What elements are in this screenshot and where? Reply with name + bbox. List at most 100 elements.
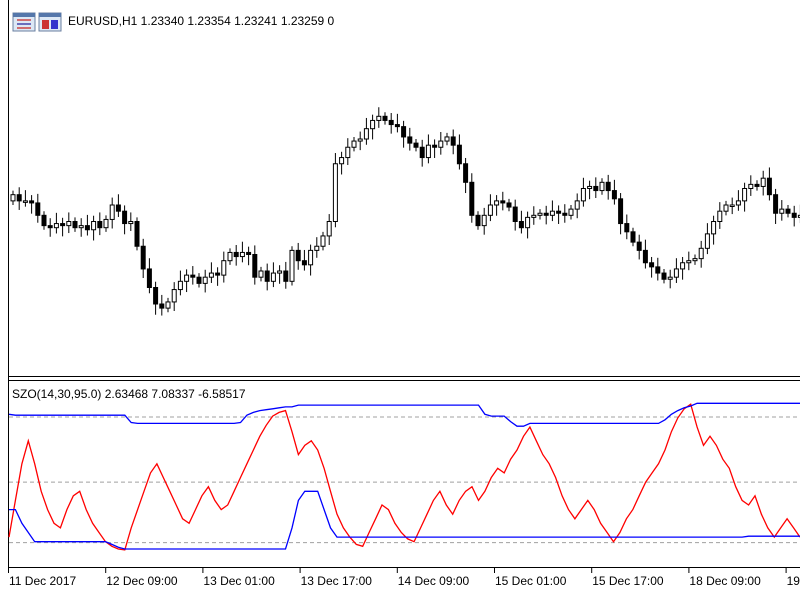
candle-body [10, 194, 16, 202]
candle-body [109, 204, 115, 220]
candle-body [128, 221, 134, 225]
candle-body [512, 206, 518, 222]
candle-body [320, 235, 326, 247]
candle-body [401, 126, 407, 138]
candle-body [103, 218, 109, 229]
candle-body [252, 254, 258, 278]
candle-body [723, 204, 729, 212]
candle-body [332, 163, 338, 222]
candle-body [264, 270, 270, 282]
candle-body [500, 200, 506, 204]
candle-body [444, 136, 450, 142]
candle-body [667, 276, 673, 280]
candle-body [29, 200, 35, 204]
candle-body [122, 210, 128, 225]
candle-body [47, 225, 53, 229]
candle-body [611, 190, 617, 200]
candle-body [35, 202, 41, 216]
candle-body [53, 223, 59, 229]
time-tick-label: 14 Dec 09:00 [398, 574, 470, 588]
candle-body [754, 183, 760, 187]
candle-body [208, 272, 214, 278]
candle-body [351, 140, 357, 148]
candle-body [202, 276, 208, 284]
candle-body [376, 115, 382, 121]
candle-body [562, 212, 568, 216]
candle-body [78, 225, 84, 229]
candle-body [748, 183, 754, 189]
candle-body [680, 262, 686, 270]
candle-body [283, 270, 289, 282]
candle-body [184, 274, 190, 282]
candle-body [419, 146, 425, 159]
candle-body [171, 289, 177, 303]
chart-window-icon-2[interactable] [38, 12, 62, 32]
candle-body [642, 249, 648, 264]
candle-body [692, 258, 698, 262]
candle-body [525, 216, 531, 229]
time-tick-label: 18 Dec 09:00 [689, 574, 761, 588]
candle-body [357, 138, 363, 142]
candle-body [277, 270, 283, 274]
candle-body [382, 115, 388, 121]
candle-body [760, 177, 766, 187]
time-tick-label: 12 Dec 09:00 [106, 574, 178, 588]
candle-body [388, 119, 394, 126]
candle-body [766, 177, 772, 196]
candle-body [165, 301, 171, 309]
candle-body [301, 260, 307, 266]
candle-body [140, 245, 146, 270]
candle-body [698, 247, 704, 260]
candle-body [345, 146, 351, 159]
candle-body [190, 274, 196, 278]
time-tick-label: 13 Dec 01:00 [203, 574, 275, 588]
candle-body [196, 276, 202, 284]
candle-body [407, 136, 413, 144]
candle-body [289, 249, 295, 282]
candle-body [673, 268, 679, 278]
candle-body [450, 136, 456, 146]
candle-body [686, 260, 692, 264]
candle-body [661, 272, 667, 280]
candle-body [779, 208, 785, 214]
candle-body [221, 260, 227, 276]
candle-body [531, 214, 537, 218]
candle-body [574, 200, 580, 210]
candle-body [711, 221, 717, 235]
candle-body [791, 212, 797, 218]
candle-body [413, 142, 419, 148]
candle-body [215, 272, 221, 276]
candle-body [605, 181, 611, 192]
candle-body [717, 210, 723, 222]
candle-body [773, 194, 779, 214]
candle-body [314, 245, 320, 251]
candle-body [475, 214, 481, 227]
candle-body [456, 144, 462, 165]
chart-window: 11 Dec 2017 12 Dec 09:00 13 Dec 01:00 13 De… [0, 0, 800, 600]
candle-body [487, 204, 493, 216]
candle-body [363, 128, 369, 140]
candle-body [481, 214, 487, 227]
candle-body [233, 251, 239, 258]
candle-body [506, 202, 512, 208]
candle-body [704, 233, 710, 249]
candle-body [326, 221, 332, 237]
candle-body [599, 181, 605, 192]
candle-body [655, 266, 661, 274]
candle-body [425, 144, 431, 159]
candle-body [735, 200, 741, 206]
candle-body [618, 198, 624, 225]
time-tick-label: 19 [787, 574, 800, 588]
candle-body [463, 163, 469, 183]
candle-body [537, 212, 543, 216]
candle-body [742, 188, 748, 202]
candle-body [97, 221, 103, 229]
candle-body [227, 251, 233, 262]
candle-body [587, 185, 593, 189]
time-tick-label: 15 Dec 17:00 [592, 574, 664, 588]
candle-body [91, 221, 97, 231]
candle-body [60, 223, 66, 227]
candle-body [370, 119, 376, 130]
candle-body [16, 194, 22, 202]
chart-window-icon[interactable] [12, 12, 36, 32]
